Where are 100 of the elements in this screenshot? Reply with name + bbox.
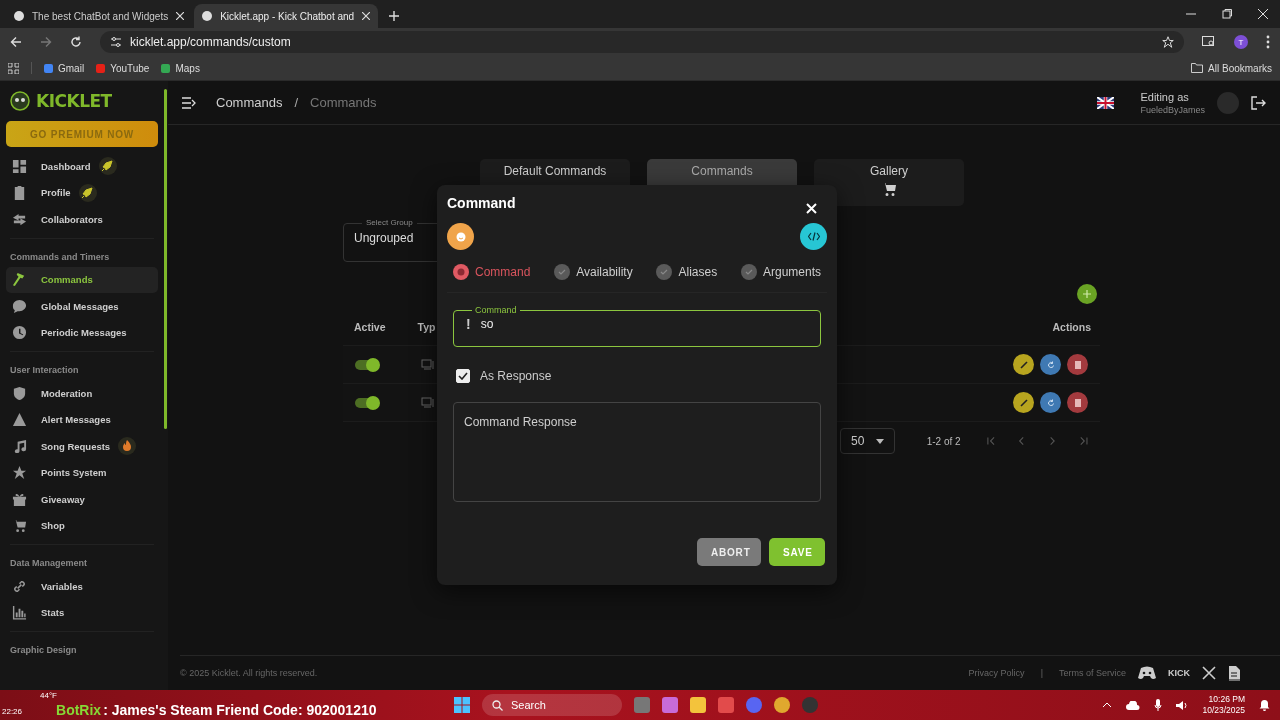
add-button[interactable] <box>1077 284 1097 304</box>
logout-icon[interactable] <box>1251 95 1266 110</box>
sidebar-item[interactable]: Moderation <box>6 380 158 407</box>
sidebar-item[interactable]: Song Requests <box>6 433 158 460</box>
menu-icon[interactable] <box>182 96 196 109</box>
refresh-button[interactable] <box>1040 392 1061 413</box>
page-tab[interactable]: Gallery <box>814 159 964 206</box>
rows-per-page-select[interactable]: 50 <box>840 428 895 454</box>
browser-tab[interactable]: The best ChatBot and Widgets <box>6 4 193 28</box>
site-icon <box>14 11 24 21</box>
apps-grid-icon[interactable] <box>8 62 19 74</box>
copyright-text: © 2025 Kicklet. All rights reserved. <box>180 668 318 678</box>
speaker-icon[interactable] <box>1176 699 1189 711</box>
bookmark[interactable]: Maps <box>161 62 200 74</box>
sidebar-item[interactable]: Giveaway <box>6 486 158 513</box>
sidebar-item[interactable]: Stats <box>6 599 158 626</box>
flag-icon[interactable] <box>1097 96 1115 109</box>
checkbox[interactable] <box>456 369 470 383</box>
forward-arrow-icon[interactable] <box>40 36 52 48</box>
breadcrumb-current: Commands <box>310 95 377 110</box>
trash-icon <box>1074 360 1081 369</box>
sidebar-item[interactable]: Variables <box>6 573 158 600</box>
x-logo-icon[interactable] <box>1202 666 1216 680</box>
taskbar-clock[interactable]: 10:26 PM 10/23/2025 <box>1202 694 1245 716</box>
response-text-area[interactable]: Command Response <box>453 402 821 502</box>
code-icon <box>807 232 820 241</box>
document-icon[interactable] <box>1228 665 1240 681</box>
profile-avatar[interactable]: T <box>1234 35 1248 49</box>
step-tab[interactable]: Arguments <box>740 264 821 280</box>
bookmark[interactable]: YouTube <box>96 62 150 74</box>
sidebar-item[interactable]: Alert Messages <box>6 406 158 433</box>
editing-label: Editing as <box>1140 90 1190 103</box>
plus-icon <box>1083 290 1091 298</box>
sidebar-item[interactable]: Dashboard <box>6 153 158 180</box>
close-icon[interactable] <box>362 12 371 20</box>
reload-icon[interactable] <box>70 36 82 48</box>
trash-icon <box>1074 398 1081 407</box>
edit-button[interactable] <box>1013 354 1034 375</box>
abort-button[interactable]: ABORT <box>697 538 761 566</box>
sidebar-item[interactable]: Points System <box>6 459 158 486</box>
delete-button[interactable] <box>1067 392 1088 413</box>
kick-logo-text[interactable]: KICK <box>1168 668 1190 678</box>
site-icon <box>202 11 213 21</box>
logo-text: KICKLET <box>36 91 112 111</box>
active-toggle[interactable] <box>355 359 379 370</box>
delete-button[interactable] <box>1067 354 1088 375</box>
code-button[interactable] <box>800 223 827 250</box>
column-header: Actions <box>1052 320 1091 333</box>
browser-tab[interactable]: Kicklet.app - Kick Chatbot and <box>194 4 379 28</box>
chat-username: BotRix <box>56 702 102 718</box>
refresh-icon <box>1046 398 1055 407</box>
address-bar[interactable]: kicklet.app/commands/custom <box>100 31 1184 53</box>
restore-icon[interactable] <box>1222 9 1232 19</box>
sliders-icon[interactable] <box>110 36 122 48</box>
close-icon[interactable] <box>176 12 185 20</box>
breadcrumb-link[interactable]: Commands <box>216 95 283 110</box>
plus-icon[interactable] <box>388 10 401 22</box>
active-toggle[interactable] <box>355 397 379 408</box>
hammer-icon <box>12 272 27 288</box>
back-arrow-icon[interactable] <box>10 36 22 48</box>
star-icon[interactable] <box>1162 36 1174 48</box>
microphone-icon[interactable] <box>1154 699 1163 711</box>
step-tab[interactable]: Command <box>453 264 531 280</box>
bookmark[interactable]: Gmail <box>44 62 85 74</box>
sidebar-item[interactable]: Shop <box>6 512 158 539</box>
close-icon[interactable] <box>1258 9 1268 19</box>
edit-button[interactable] <box>1013 392 1034 413</box>
bar-chart-icon <box>12 605 27 621</box>
cloud-icon[interactable] <box>1126 700 1141 710</box>
column-header: Active <box>354 320 386 333</box>
check-circle-icon <box>740 264 757 280</box>
weather-text[interactable]: 44°F <box>40 691 57 700</box>
refresh-icon <box>1046 360 1055 369</box>
refresh-button[interactable] <box>1040 354 1061 375</box>
clock-icon <box>12 325 27 341</box>
star-icon <box>12 465 27 481</box>
sidebar-item[interactable]: Profile <box>6 179 158 206</box>
sidebar-item[interactable]: Collaborators <box>6 206 158 233</box>
emoji-button[interactable] <box>447 223 474 250</box>
chevron-up-icon[interactable] <box>1102 702 1113 708</box>
all-bookmarks-button[interactable]: All Bookmarks <box>1191 62 1272 74</box>
bell-icon[interactable] <box>1259 699 1270 711</box>
sidebar-item[interactable]: Commands <box>6 266 158 293</box>
taskbar-search-field[interactable]: Search <box>482 694 622 716</box>
arrows-icon <box>12 211 27 227</box>
warning-icon <box>12 412 27 428</box>
stream-clock: 22:26 <box>2 707 23 716</box>
step-tab[interactable]: Aliases <box>656 264 718 280</box>
game-controller-icon[interactable] <box>1138 666 1156 680</box>
more-icon[interactable] <box>1266 35 1270 49</box>
screen-search-icon[interactable] <box>1202 36 1216 48</box>
step-tab[interactable]: Availability <box>554 264 633 280</box>
sidebar-item[interactable]: Periodic Messages <box>6 319 158 346</box>
check-circle-icon <box>554 264 571 280</box>
pencil-icon <box>1019 360 1028 369</box>
speech-bubble-icon <box>12 298 27 314</box>
clipboard-icon <box>12 185 27 201</box>
command-input-field[interactable]: Command ! so <box>453 305 821 347</box>
sidebar-item[interactable]: Global Messages <box>6 293 158 320</box>
windows-logo-icon[interactable] <box>454 697 470 713</box>
